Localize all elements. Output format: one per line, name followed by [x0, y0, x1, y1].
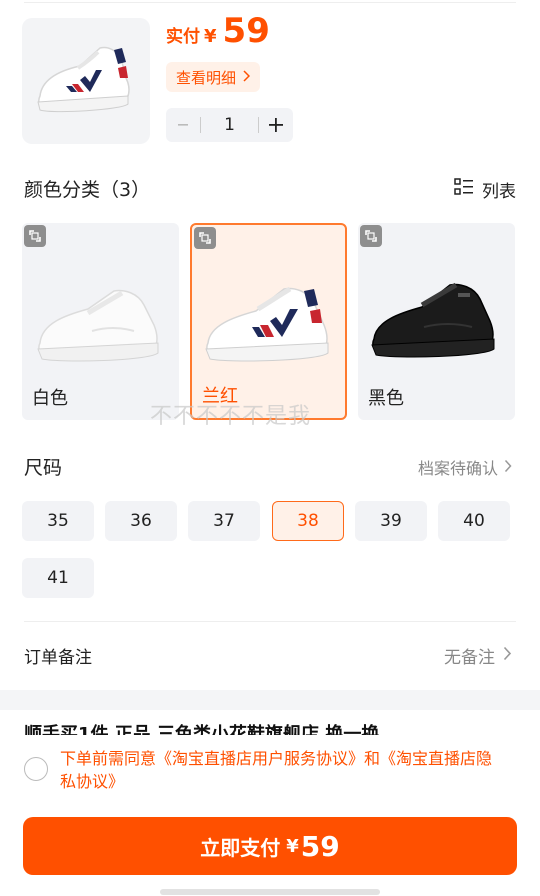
top-divider: [24, 2, 516, 3]
order-remark-value: 无备注: [444, 648, 495, 668]
size-option[interactable]: 37: [188, 501, 260, 541]
view-detail-button[interactable]: 查看明细: [166, 62, 261, 92]
agreement-text[interactable]: 下单前需同意《淘宝直播店用户服务协议》和《淘宝直播店隐私协议》: [60, 747, 496, 793]
chevron-right-icon: [503, 646, 512, 666]
size-profile-label: 档案待确认: [417, 459, 498, 478]
view-detail-label: 查看明细: [176, 68, 237, 87]
price-label: 实付: [166, 27, 200, 47]
shoe-image-blue-red: [37, 46, 130, 113]
size-profile-link[interactable]: 档案待确认: [418, 455, 512, 479]
pay-amount: 59: [300, 829, 340, 863]
add-on-section-peek: 顺手买1件 正品 三色类小花鞋旗舰店 换一换: [24, 724, 380, 735]
quantity-value[interactable]: 1: [201, 115, 258, 135]
list-view-toggle[interactable]: 列表: [454, 177, 516, 202]
color-section-title: 颜色分类（3）: [24, 179, 151, 201]
chevron-right-icon: [242, 68, 251, 86]
size-section-title: 尺码: [24, 457, 63, 479]
pay-currency: ¥: [286, 835, 299, 857]
home-indicator[interactable]: [160, 889, 380, 895]
size-option[interactable]: 39: [355, 501, 427, 541]
plus-icon: [269, 118, 283, 132]
color-option-label: 黑色: [368, 388, 404, 409]
minus-icon: [178, 124, 188, 126]
price-value: 59: [222, 11, 270, 51]
price-row: 实付 ¥ 59: [166, 14, 270, 48]
color-option-black[interactable]: 黑色: [358, 223, 515, 420]
size-option-selected[interactable]: 38: [272, 501, 344, 541]
increase-button[interactable]: [259, 108, 293, 142]
color-option-blue-red[interactable]: 兰红: [190, 223, 347, 420]
agreement-checkbox[interactable]: [24, 757, 48, 781]
color-option-label: 白色: [32, 388, 68, 409]
chevron-right-icon: [504, 458, 512, 477]
color-option-white[interactable]: 白色: [22, 223, 179, 420]
decrease-button[interactable]: [166, 108, 200, 142]
pay-now-button[interactable]: 立即支付 ¥ 59: [23, 817, 517, 875]
section-gap: [0, 690, 540, 710]
list-icon: [454, 178, 474, 201]
size-option[interactable]: 36: [105, 501, 177, 541]
size-option[interactable]: 40: [438, 501, 510, 541]
agreement-bar: 下单前需同意《淘宝直播店用户服务协议》和《淘宝直播店隐私协议》: [0, 735, 540, 797]
shoe-image-white: [37, 289, 159, 362]
size-option[interactable]: 35: [22, 501, 94, 541]
pay-now-label: 立即支付: [200, 835, 281, 860]
order-remark-link[interactable]: 无备注: [444, 643, 512, 668]
quantity-stepper: 1: [166, 108, 293, 142]
shoe-image-black: [371, 282, 495, 358]
shoe-image-blue-red: [205, 286, 329, 362]
order-remark-label: 订单备注: [24, 648, 92, 668]
list-toggle-label: 列表: [482, 182, 516, 202]
section-divider: [24, 621, 516, 622]
size-option[interactable]: 41: [22, 558, 94, 598]
product-thumbnail[interactable]: [22, 18, 150, 144]
watermark-text: 不不不不不是我: [150, 404, 312, 429]
price-currency: ¥: [204, 26, 217, 47]
